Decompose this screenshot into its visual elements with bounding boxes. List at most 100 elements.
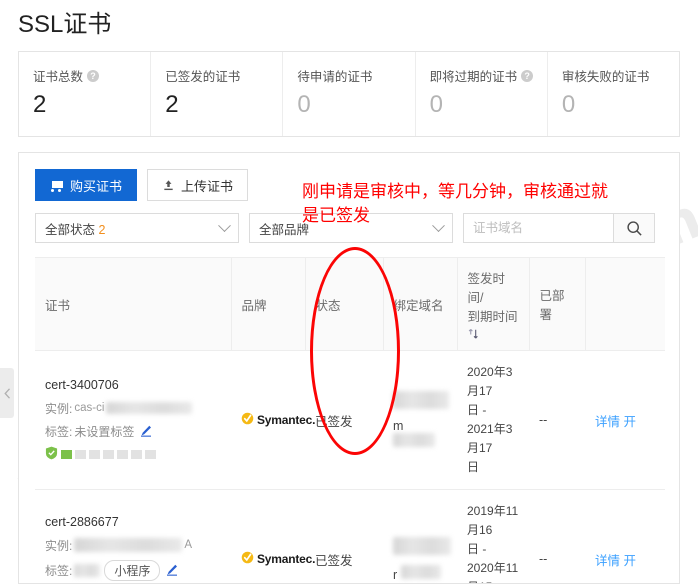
- stats-card: 证书总数 ? 2 已签发的证书 2 待申请的证书 0 即将过期的证书 ? 0 审…: [18, 51, 680, 137]
- chevron-down-icon: [432, 218, 445, 232]
- upload-certificate-button[interactable]: 上传证书: [147, 169, 249, 201]
- symantec-check-icon: [241, 551, 254, 567]
- certificate-table: 证书 品牌 状态 绑定域名 签发时间/ 到期时间 已部署 cert-340070…: [35, 257, 665, 583]
- instance-label: 实例:: [45, 401, 73, 416]
- stat-label-text: 证书总数: [33, 70, 84, 84]
- certificate-list-card: 购买证书 上传证书 全部状态 2 全部品牌 证书域名 证书 品牌 状态 绑定域名…: [18, 152, 680, 584]
- ssl-certificate-page: www.csframework.com C/S框架网 SSL证书 证书总数 ? …: [0, 0, 698, 585]
- tag-label: 标签:: [45, 424, 73, 439]
- progress-segment: [145, 449, 156, 459]
- help-icon[interactable]: ?: [521, 69, 534, 82]
- cell-deployed: --: [529, 350, 585, 490]
- help-icon[interactable]: ?: [87, 69, 100, 82]
- column-header-issue-expire-time[interactable]: 签发时间/ 到期时间: [457, 257, 530, 351]
- stat-label-text: 已签发的证书: [165, 70, 241, 84]
- tag-label: 标签:: [45, 563, 73, 578]
- redacted-domain: m: [393, 390, 449, 450]
- detail-link[interactable]: 详情: [595, 415, 620, 429]
- brand-info: Symantec.: [241, 551, 315, 567]
- status-badge: 已签发: [315, 414, 353, 429]
- issue-time-label: 签发时间/: [467, 272, 506, 305]
- upload-certificate-label: 上传证书: [181, 178, 234, 194]
- status-filter-value: 全部状态 2: [45, 219, 220, 238]
- buy-certificate-button[interactable]: 购买证书: [35, 169, 138, 201]
- table-row[interactable]: cert-2886677 实例: A 标签: 小程序 Symantec. 已签发…: [35, 489, 665, 583]
- stat-total-certificates: 证书总数 ? 2: [19, 52, 152, 136]
- stat-value: 0: [297, 91, 311, 118]
- symantec-check-icon: [241, 412, 254, 428]
- stat-value: 0: [561, 91, 576, 118]
- progress-segment: [61, 449, 72, 459]
- cell-actions: 详情 开: [585, 350, 665, 490]
- stat-label: 即将过期的证书 ?: [430, 66, 547, 85]
- cell-brand: Symantec.: [231, 489, 315, 583]
- table-header: 证书 品牌 状态 绑定域名 签发时间/ 到期时间 已部署: [35, 257, 665, 351]
- expire-date-line1: 2021年3月17: [467, 422, 513, 455]
- detail-link[interactable]: 详情: [595, 554, 620, 568]
- search-input[interactable]: [463, 213, 613, 243]
- chevron-down-icon: [218, 218, 231, 232]
- issue-date-line1: 2019年11月16: [467, 504, 519, 537]
- issue-date-line2: 日 -: [467, 542, 487, 556]
- cell-bound-domain: r: [383, 489, 457, 583]
- stat-value: 2: [165, 91, 179, 118]
- stat-expiring-certificates: 即将过期的证书 ? 0: [416, 52, 548, 136]
- brand-filter-select[interactable]: 全部品牌: [249, 213, 453, 243]
- expire-time-label: 到期时间: [467, 310, 518, 324]
- status-filter-label: 全部状态: [45, 222, 96, 237]
- progress-segment: [117, 449, 128, 459]
- stat-label: 审核失败的证书: [562, 66, 679, 85]
- pencil-icon[interactable]: [140, 425, 152, 437]
- stat-issued-certificates: 已签发的证书 2: [151, 52, 284, 136]
- redacted-instance: [106, 402, 193, 414]
- stat-label-text: 即将过期的证书: [429, 70, 518, 84]
- stat-label-text: 待申请的证书: [297, 70, 373, 84]
- expire-date-line1: 2020年11月15: [467, 561, 519, 583]
- brand-name: Symantec.: [257, 413, 316, 427]
- progress-segment: [75, 449, 86, 459]
- stat-label: 已签发的证书: [165, 66, 282, 85]
- tag-value: 未设置标签: [74, 424, 135, 439]
- certificate-instance: 实例: cas-ci: [45, 400, 221, 417]
- status-filter-select[interactable]: 全部状态 2: [35, 213, 239, 243]
- certificate-tag: 标签: 小程序: [45, 559, 221, 581]
- page-title: SSL证书: [18, 11, 112, 38]
- cell-actions: 详情 开: [585, 489, 665, 583]
- column-header-bound-domain: 绑定域名: [383, 257, 458, 351]
- brand-filter-label: 全部品牌: [259, 222, 310, 237]
- certificate-id: cert-2886677: [45, 514, 119, 529]
- redacted-domain: r: [393, 536, 451, 582]
- sort-arrows-icon[interactable]: [468, 328, 479, 340]
- stat-failed-certificates: 审核失败的证书 0: [548, 52, 679, 136]
- stat-pending-certificates: 待申请的证书 0: [283, 52, 416, 136]
- stat-value: 2: [33, 91, 47, 118]
- tag-chip[interactable]: 小程序: [104, 559, 161, 581]
- table-row[interactable]: cert-3400706 实例: cas-ci 标签: 未设置标签 Symant…: [35, 350, 665, 490]
- progress-segment: [103, 449, 114, 459]
- secondary-action-link[interactable]: 开: [624, 554, 637, 568]
- pencil-icon[interactable]: [166, 564, 178, 576]
- certificate-progress: [45, 446, 221, 463]
- instance-label: 实例:: [45, 538, 73, 553]
- sidebar-collapse-handle[interactable]: [0, 368, 14, 418]
- filter-bar: 全部状态 2 全部品牌: [35, 213, 655, 243]
- column-header-brand: 品牌: [231, 257, 306, 351]
- domain-visible-char: r: [393, 567, 398, 582]
- secondary-action-link[interactable]: 开: [624, 415, 637, 429]
- progress-segment: [89, 449, 100, 459]
- cart-icon: [50, 179, 64, 192]
- upload-icon: [162, 179, 175, 192]
- domain-visible-char: m: [393, 418, 404, 433]
- cell-issue-expire-time: 2020年3月17 日 - 2021年3月17 日: [457, 350, 529, 490]
- date-info: 2020年3月17 日 - 2021年3月17 日: [467, 363, 519, 477]
- search-button[interactable]: [613, 213, 655, 243]
- certificate-id: cert-3400706: [45, 377, 119, 392]
- toolbar: 购买证书 上传证书: [35, 169, 249, 201]
- stat-label: 待申请的证书: [297, 66, 414, 85]
- table-body: cert-3400706 实例: cas-ci 标签: 未设置标签 Symant…: [35, 350, 665, 583]
- cell-issue-expire-time: 2019年11月16 日 - 2020年11月15 日: [457, 489, 529, 583]
- status-badge: 已签发: [315, 553, 353, 568]
- expire-date-line2: 日: [467, 460, 480, 474]
- instance-value: cas-ci: [74, 402, 105, 414]
- brand-info: Symantec.: [241, 412, 315, 428]
